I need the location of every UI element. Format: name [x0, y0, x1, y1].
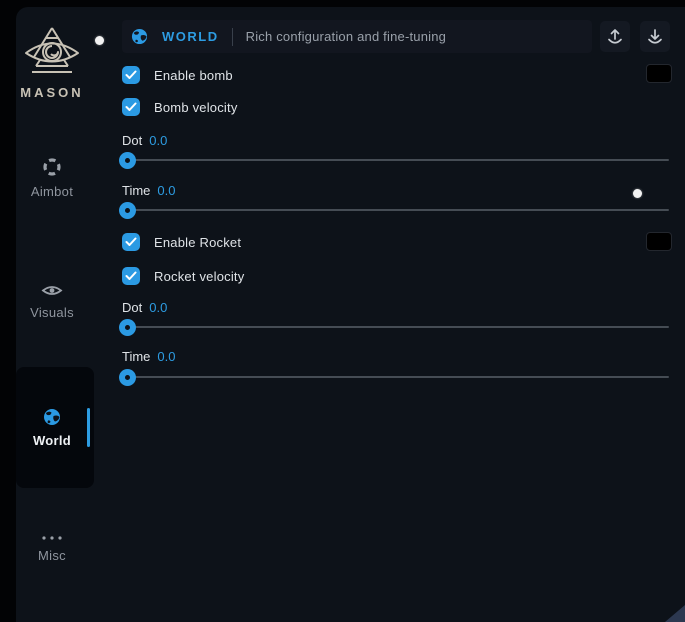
eye-icon [41, 283, 63, 298]
check-icon [125, 102, 137, 112]
bomb-dot-slider-handle[interactable] [119, 152, 136, 169]
enable-rocket-row: Enable Rocket [122, 233, 241, 251]
sidebar-item-label: Visuals [30, 305, 74, 320]
page-title: WORLD [162, 29, 219, 44]
sidebar-item-label: World [33, 433, 71, 448]
bomb-time-slider-handle[interactable] [119, 202, 136, 219]
sidebar-item-misc[interactable]: Misc [16, 535, 88, 563]
bomb-time-slider-label: Time 0.0 [122, 183, 175, 198]
slider-value: 0.0 [157, 183, 175, 198]
rocket-color-swatch[interactable] [646, 232, 672, 251]
page-subtitle: Rich configuration and fine-tuning [246, 29, 446, 44]
rocket-dot-slider-label: Dot 0.0 [122, 300, 167, 315]
slider-value: 0.0 [149, 300, 167, 315]
bomb-velocity-row: Bomb velocity [122, 98, 238, 116]
check-icon [125, 237, 137, 247]
bomb-color-swatch[interactable] [646, 64, 672, 83]
rocket-time-slider[interactable] [120, 376, 669, 378]
enable-bomb-label: Enable bomb [154, 68, 233, 83]
rocket-velocity-label: Rocket velocity [154, 269, 244, 284]
sidebar-item-label: Aimbot [31, 184, 73, 199]
mason-eye-logo-icon [22, 25, 82, 81]
slider-name: Dot [122, 133, 142, 148]
logo-wordmark: MASON [16, 85, 88, 100]
sidebar-item-label: Misc [38, 548, 66, 563]
cursor-dot [95, 36, 104, 45]
sidebar-item-visuals[interactable]: Visuals [16, 283, 88, 320]
cursor-dot [633, 189, 642, 198]
globe-icon [43, 408, 61, 426]
slider-name: Time [122, 183, 150, 198]
download-icon [647, 28, 663, 45]
bomb-time-slider[interactable] [120, 209, 669, 211]
rocket-dot-slider[interactable] [120, 326, 669, 328]
check-icon [125, 271, 137, 281]
sidebar-item-world[interactable]: World [16, 408, 88, 448]
enable-rocket-label: Enable Rocket [154, 235, 241, 250]
enable-rocket-checkbox[interactable] [122, 233, 140, 251]
upload-config-button[interactable] [600, 21, 630, 52]
enable-bomb-checkbox[interactable] [122, 66, 140, 84]
ellipsis-icon [41, 535, 63, 541]
crosshair-icon [42, 157, 62, 177]
rocket-velocity-checkbox[interactable] [122, 267, 140, 285]
rocket-dot-slider-handle[interactable] [119, 319, 136, 336]
slider-value: 0.0 [157, 349, 175, 364]
upload-icon [607, 28, 623, 45]
rocket-velocity-row: Rocket velocity [122, 267, 244, 285]
rocket-time-slider-label: Time 0.0 [122, 349, 175, 364]
rocket-time-slider-handle[interactable] [119, 369, 136, 386]
corner-highlight [665, 605, 685, 622]
download-config-button[interactable] [640, 21, 670, 52]
page-header: WORLD Rich configuration and fine-tuning [122, 20, 592, 53]
sidebar-item-aimbot[interactable]: Aimbot [16, 157, 88, 199]
app-window: MASON Aimbot Visuals World [16, 7, 685, 622]
slider-value: 0.0 [149, 133, 167, 148]
bomb-dot-slider[interactable] [120, 159, 669, 161]
bomb-velocity-checkbox[interactable] [122, 98, 140, 116]
bomb-dot-slider-label: Dot 0.0 [122, 133, 167, 148]
slider-name: Dot [122, 300, 142, 315]
globe-icon [131, 28, 148, 45]
enable-bomb-row: Enable bomb [122, 66, 233, 84]
sidebar: MASON Aimbot Visuals World [16, 7, 112, 622]
check-icon [125, 70, 137, 80]
slider-name: Time [122, 349, 150, 364]
bomb-velocity-label: Bomb velocity [154, 100, 238, 115]
header-divider [232, 28, 233, 46]
